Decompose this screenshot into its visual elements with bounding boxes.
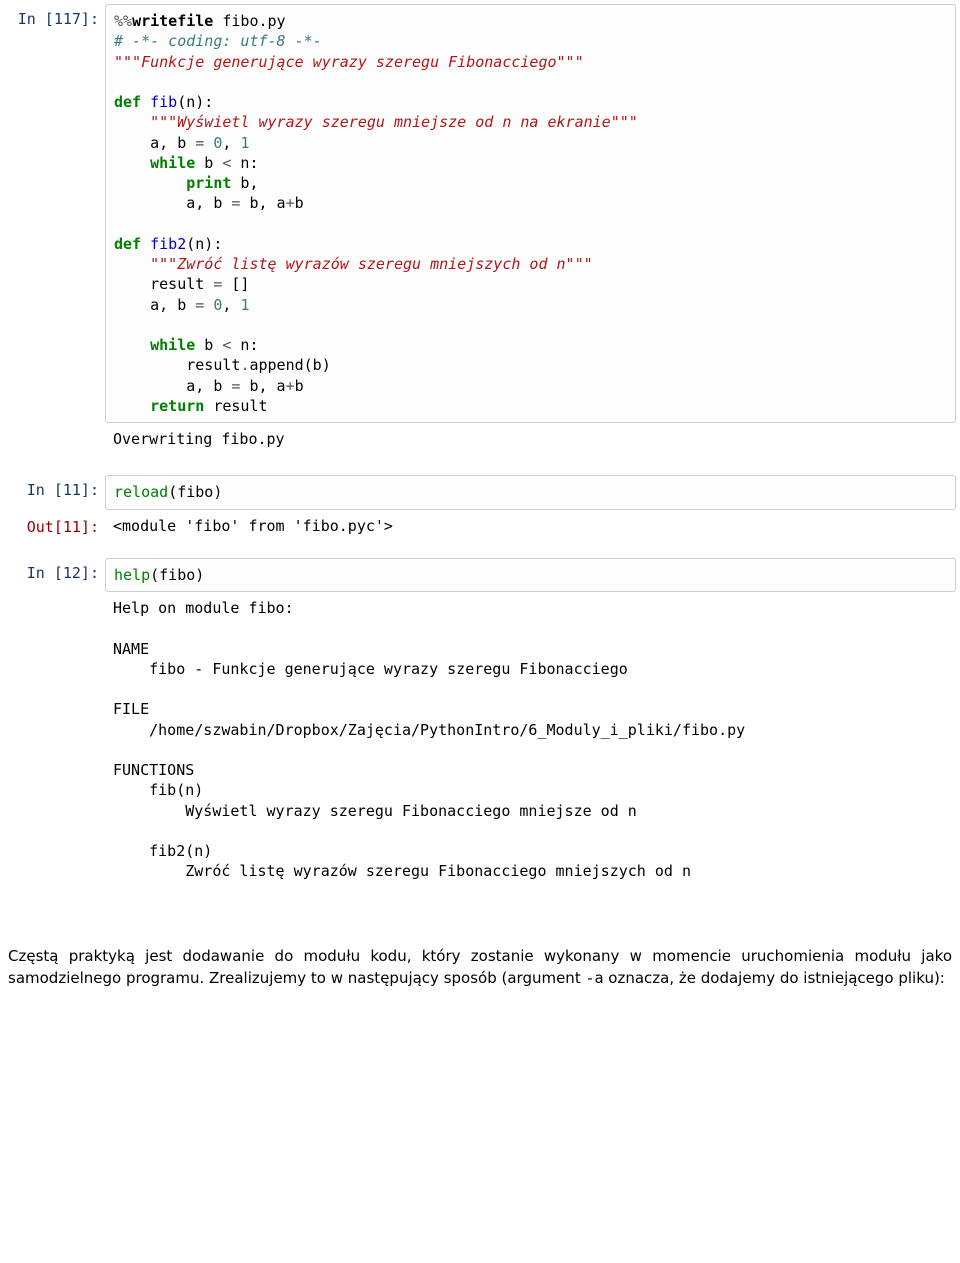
code-token: b, (231, 174, 258, 192)
code-token: 1 (240, 296, 249, 314)
code-token: return (150, 397, 204, 415)
output-line: fib(n) (113, 781, 203, 799)
output-line: Zwróć listę wyrazów szeregu Fibonacciego… (113, 862, 691, 880)
output-line: NAME (113, 640, 149, 658)
code-token: n: (231, 336, 258, 354)
code-token: fib (141, 93, 177, 111)
output-line: FILE (113, 700, 149, 718)
output-line: fibo - Funkcje generujące wyrazy szeregu… (113, 660, 628, 678)
code-token: while (150, 336, 195, 354)
stdout-12: Help on module fibo: NAME fibo - Funkcje… (105, 594, 956, 908)
code-token: a, b (150, 134, 195, 152)
code-token: + (286, 194, 295, 212)
code-token: """Funkcje generujące wyrazy szeregu Fib… (114, 53, 584, 71)
code-token: result (186, 356, 240, 374)
code-token: while (150, 154, 195, 172)
spacer (4, 544, 956, 558)
code-token: a, b (186, 194, 231, 212)
cell-11: In [11]: reload(fibo) (4, 475, 956, 509)
code-input-11[interactable]: reload(fibo) (105, 475, 956, 509)
code-token: 1 (240, 134, 249, 152)
text-span: oznacza, że dodajemy do istniejącego pli… (604, 969, 945, 987)
output-line: /home/szwabin/Dropbox/Zajęcia/PythonIntr… (113, 721, 745, 739)
code-token: reload (114, 483, 168, 501)
output-line: Help on module fibo: (113, 599, 294, 617)
code-token: = (195, 296, 204, 314)
code-token: # -*- coding: utf-8 -*- (114, 32, 322, 50)
output-line: FUNCTIONS (113, 761, 194, 779)
code-token: print (186, 174, 231, 192)
in-prompt-117: In [117]: (4, 4, 105, 423)
code-token: result (150, 275, 213, 293)
code-token: writefile (132, 12, 213, 30)
output-line: Wyświetl wyrazy szeregu Fibonacciego mni… (113, 802, 637, 820)
code-token: (fibo) (150, 566, 204, 584)
code-token: [] (222, 275, 249, 293)
cell-12: In [12]: help(fibo) (4, 558, 956, 592)
cell-12-output: Help on module fibo: NAME fibo - Funkcje… (4, 594, 956, 908)
code-token: , (222, 134, 240, 152)
code-token: %% (114, 12, 132, 30)
code-token: def (114, 235, 141, 253)
code-token: append(b) (249, 356, 330, 374)
code-token: b (295, 377, 304, 395)
cell-117: In [117]: %%writefile fibo.py # -*- codi… (4, 4, 956, 423)
in-prompt-11: In [11]: (4, 475, 105, 509)
code-token: """Wyświetl wyrazy szeregu mniejsze od n… (150, 113, 638, 131)
code-token: b, a (240, 377, 285, 395)
code-input-12[interactable]: help(fibo) (105, 558, 956, 592)
code-input-117[interactable]: %%writefile fibo.py # -*- coding: utf-8 … (105, 4, 956, 423)
code-token: b (195, 336, 222, 354)
code-token: """Zwróć listę wyrazów szeregu mniejszyc… (150, 255, 593, 273)
code-token: fibo.py (213, 12, 285, 30)
spacer (4, 457, 956, 475)
code-token: = (195, 134, 204, 152)
code-token: (n): (177, 93, 213, 111)
in-prompt-12: In [12]: (4, 558, 105, 592)
empty-prompt (4, 594, 105, 908)
code-token: def (114, 93, 141, 111)
cell-11-output: Out[11]: <module 'fibo' from 'fibo.pyc'> (4, 512, 956, 542)
code-token: b, a (240, 194, 285, 212)
output-line: fib2(n) (113, 842, 212, 860)
code-token: b (295, 194, 304, 212)
code-token: help (114, 566, 150, 584)
code-token: n: (231, 154, 258, 172)
code-token: (n): (186, 235, 222, 253)
empty-prompt (4, 425, 105, 455)
code-token: + (286, 377, 295, 395)
code-token: result (204, 397, 267, 415)
code-token: (fibo) (168, 483, 222, 501)
code-token (204, 134, 213, 152)
code-token: b (195, 154, 222, 172)
code-token (204, 296, 213, 314)
markdown-paragraph: Częstą praktyką jest dodawanie do modułu… (8, 946, 952, 990)
stdout-117: Overwriting fibo.py (105, 425, 956, 455)
code-token: a, b (150, 296, 195, 314)
code-token: a, b (186, 377, 231, 395)
result-11: <module 'fibo' from 'fibo.pyc'> (105, 512, 956, 542)
out-prompt-11: Out[11]: (4, 512, 105, 542)
code-token: , (222, 296, 240, 314)
cell-117-output: Overwriting fibo.py (4, 425, 956, 455)
code-token: fib2 (141, 235, 186, 253)
inline-code: -a (585, 969, 603, 987)
